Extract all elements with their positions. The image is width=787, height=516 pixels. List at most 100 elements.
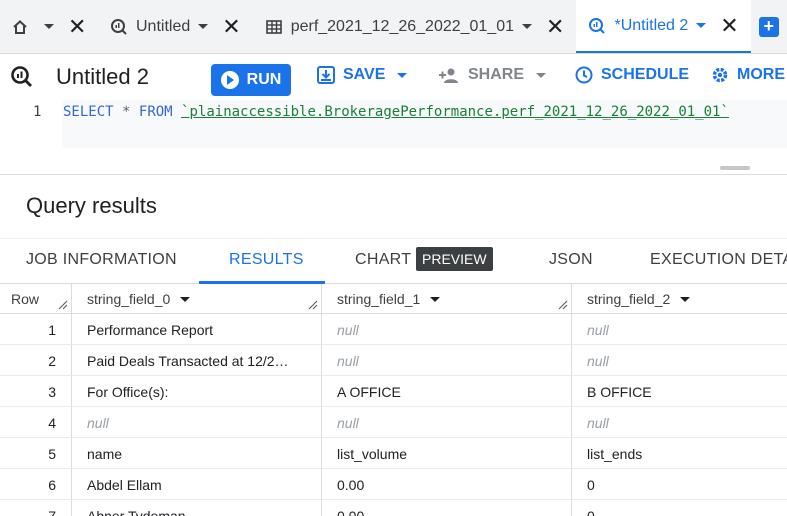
tab-chart[interactable]: CHART [355,251,411,269]
row-number: 7 [48,507,56,516]
keyword-select: SELECT [63,104,114,120]
cell-string-field-1[interactable]: null [337,407,562,438]
tab-home[interactable]: ✕ [0,0,98,53]
tab-strip: ✕ Untitled ✕ perf_2021_12_26_2022_01_01 … [0,0,787,54]
tab-execution-details[interactable]: EXECUTION DETAI [650,251,787,269]
query-icon [588,17,606,35]
table-row: 6 Abdel Ellam 0.00 0 [0,469,787,500]
cell-string-field-0[interactable]: Paid Deals Transacted at 12/2… [87,345,312,376]
close-icon[interactable]: ✕ [720,14,738,37]
results-tabs: JOB INFORMATION RESULTS CHART PREVIEW JS… [0,238,787,284]
cell-string-field-2[interactable]: null [587,314,787,345]
table-row: 1 Performance Report null null [0,314,787,345]
results-title: Query results [26,193,157,218]
schedule-label: SCHEDULE [601,66,690,83]
tab-label: Untitled [136,17,191,35]
play-icon [220,71,239,89]
cell-string-field-0[interactable]: name [87,438,312,469]
row-number: 6 [48,476,56,493]
editor-resize-handle[interactable] [720,166,750,170]
resize-handle-icon[interactable] [558,300,568,310]
chevron-down-icon[interactable] [680,296,691,302]
chevron-down-icon[interactable] [522,24,533,29]
more-label: MORE [737,66,785,83]
table-row: 4 null null null [0,407,787,438]
chevron-down-icon[interactable] [696,23,707,28]
sql-editor[interactable]: 1 SELECT * FROM `plainaccessible.Brokera… [0,100,787,175]
query-icon [110,18,128,36]
query-title[interactable]: Untitled 2 [56,64,149,90]
row-number: 1 [48,321,56,338]
header-row: Row [11,291,40,307]
query-icon [10,65,34,94]
chevron-down-icon[interactable] [180,296,191,302]
cell-string-field-1[interactable]: 0.00 [337,500,562,516]
chevron-down-icon [397,72,408,78]
cell-string-field-2[interactable]: list_ends [587,438,787,469]
close-icon[interactable]: ✕ [546,15,564,38]
cell-string-field-2[interactable]: 0 [587,469,787,500]
resize-handle-icon[interactable] [58,300,68,310]
cell-string-field-2[interactable]: null [587,345,787,376]
preview-badge: PREVIEW [416,247,493,271]
column-name: string_field_0 [87,291,171,307]
star-token: * [122,104,131,120]
cell-string-field-1[interactable]: null [337,314,562,345]
tab-table[interactable]: perf_2021_12_26_2022_01_01 ✕ [253,0,577,53]
header-string-field-2[interactable]: string_field_2 [587,284,691,314]
run-label: RUN [246,71,282,88]
resize-handle-icon[interactable] [308,300,318,310]
close-icon[interactable]: ✕ [222,15,240,38]
tab-job-information[interactable]: JOB INFORMATION [26,251,177,269]
cell-string-field-0[interactable]: Performance Report [87,314,312,345]
cell-string-field-0[interactable]: Abner Tydeman [87,500,312,516]
close-icon[interactable]: ✕ [68,15,86,38]
keyword-from: FROM [138,104,173,120]
table-row: 3 For Office(s): A OFFICE B OFFICE [0,376,787,407]
row-number: 5 [48,445,56,462]
clock-icon [575,66,593,84]
row-number: 2 [48,352,56,369]
row-number: 3 [48,383,56,400]
cell-string-field-2[interactable]: 0 [587,500,787,516]
query-toolbar: Untitled 2 RUN SAVE SHARE SCHEDULE MORE [0,54,787,100]
run-button[interactable]: RUN [211,64,291,96]
chevron-down-icon[interactable] [430,296,441,302]
cell-string-field-0[interactable]: Abdel Ellam [87,469,312,500]
chevron-down-icon[interactable] [198,24,209,29]
table-row: 7 Abner Tydeman 0.00 0 [0,500,787,516]
table-reference[interactable]: `plainaccessible.BrokeragePerformance.pe… [181,104,729,120]
share-button[interactable]: SHARE [438,66,547,84]
cell-string-field-1[interactable]: null [337,345,562,376]
cell-string-field-0[interactable]: For Office(s): [87,376,312,407]
tab-label: perf_2021_12_26_2022_01_01 [290,17,515,35]
cell-string-field-1[interactable]: list_volume [337,438,562,469]
save-icon [317,66,335,84]
chevron-down-icon[interactable] [44,24,54,29]
cell-string-field-1[interactable]: A OFFICE [337,376,562,407]
table-icon [265,18,283,36]
tab-untitled-2[interactable]: *Untitled 2 ✕ [576,0,751,53]
line-number: 1 [33,104,42,120]
schedule-button[interactable]: SCHEDULE [575,66,689,84]
home-icon [12,18,28,36]
tab-untitled[interactable]: Untitled ✕ [98,0,253,53]
header-string-field-0[interactable]: string_field_0 [87,284,191,314]
cell-string-field-1[interactable]: 0.00 [337,469,562,500]
new-tab-button[interactable]: + [751,0,781,53]
cell-string-field-2[interactable]: B OFFICE [587,376,787,407]
tab-results[interactable]: RESULTS [229,251,304,269]
header-string-field-1[interactable]: string_field_1 [337,284,441,314]
results-table: Row string_field_0 string_field_1 string… [0,284,787,516]
more-button[interactable]: MORE [711,66,785,84]
add-icon: + [758,16,779,37]
cell-string-field-2[interactable]: null [587,407,787,438]
save-button[interactable]: SAVE [317,66,408,84]
row-number: 4 [48,414,56,431]
cell-string-field-0[interactable]: null [87,407,312,438]
tab-json[interactable]: JSON [549,251,593,269]
column-name: string_field_1 [337,291,421,307]
table-header: Row string_field_0 string_field_1 string… [0,284,787,314]
code-line[interactable]: SELECT * FROM `plainaccessible.Brokerage… [62,100,787,148]
column-name: string_field_2 [587,291,671,307]
